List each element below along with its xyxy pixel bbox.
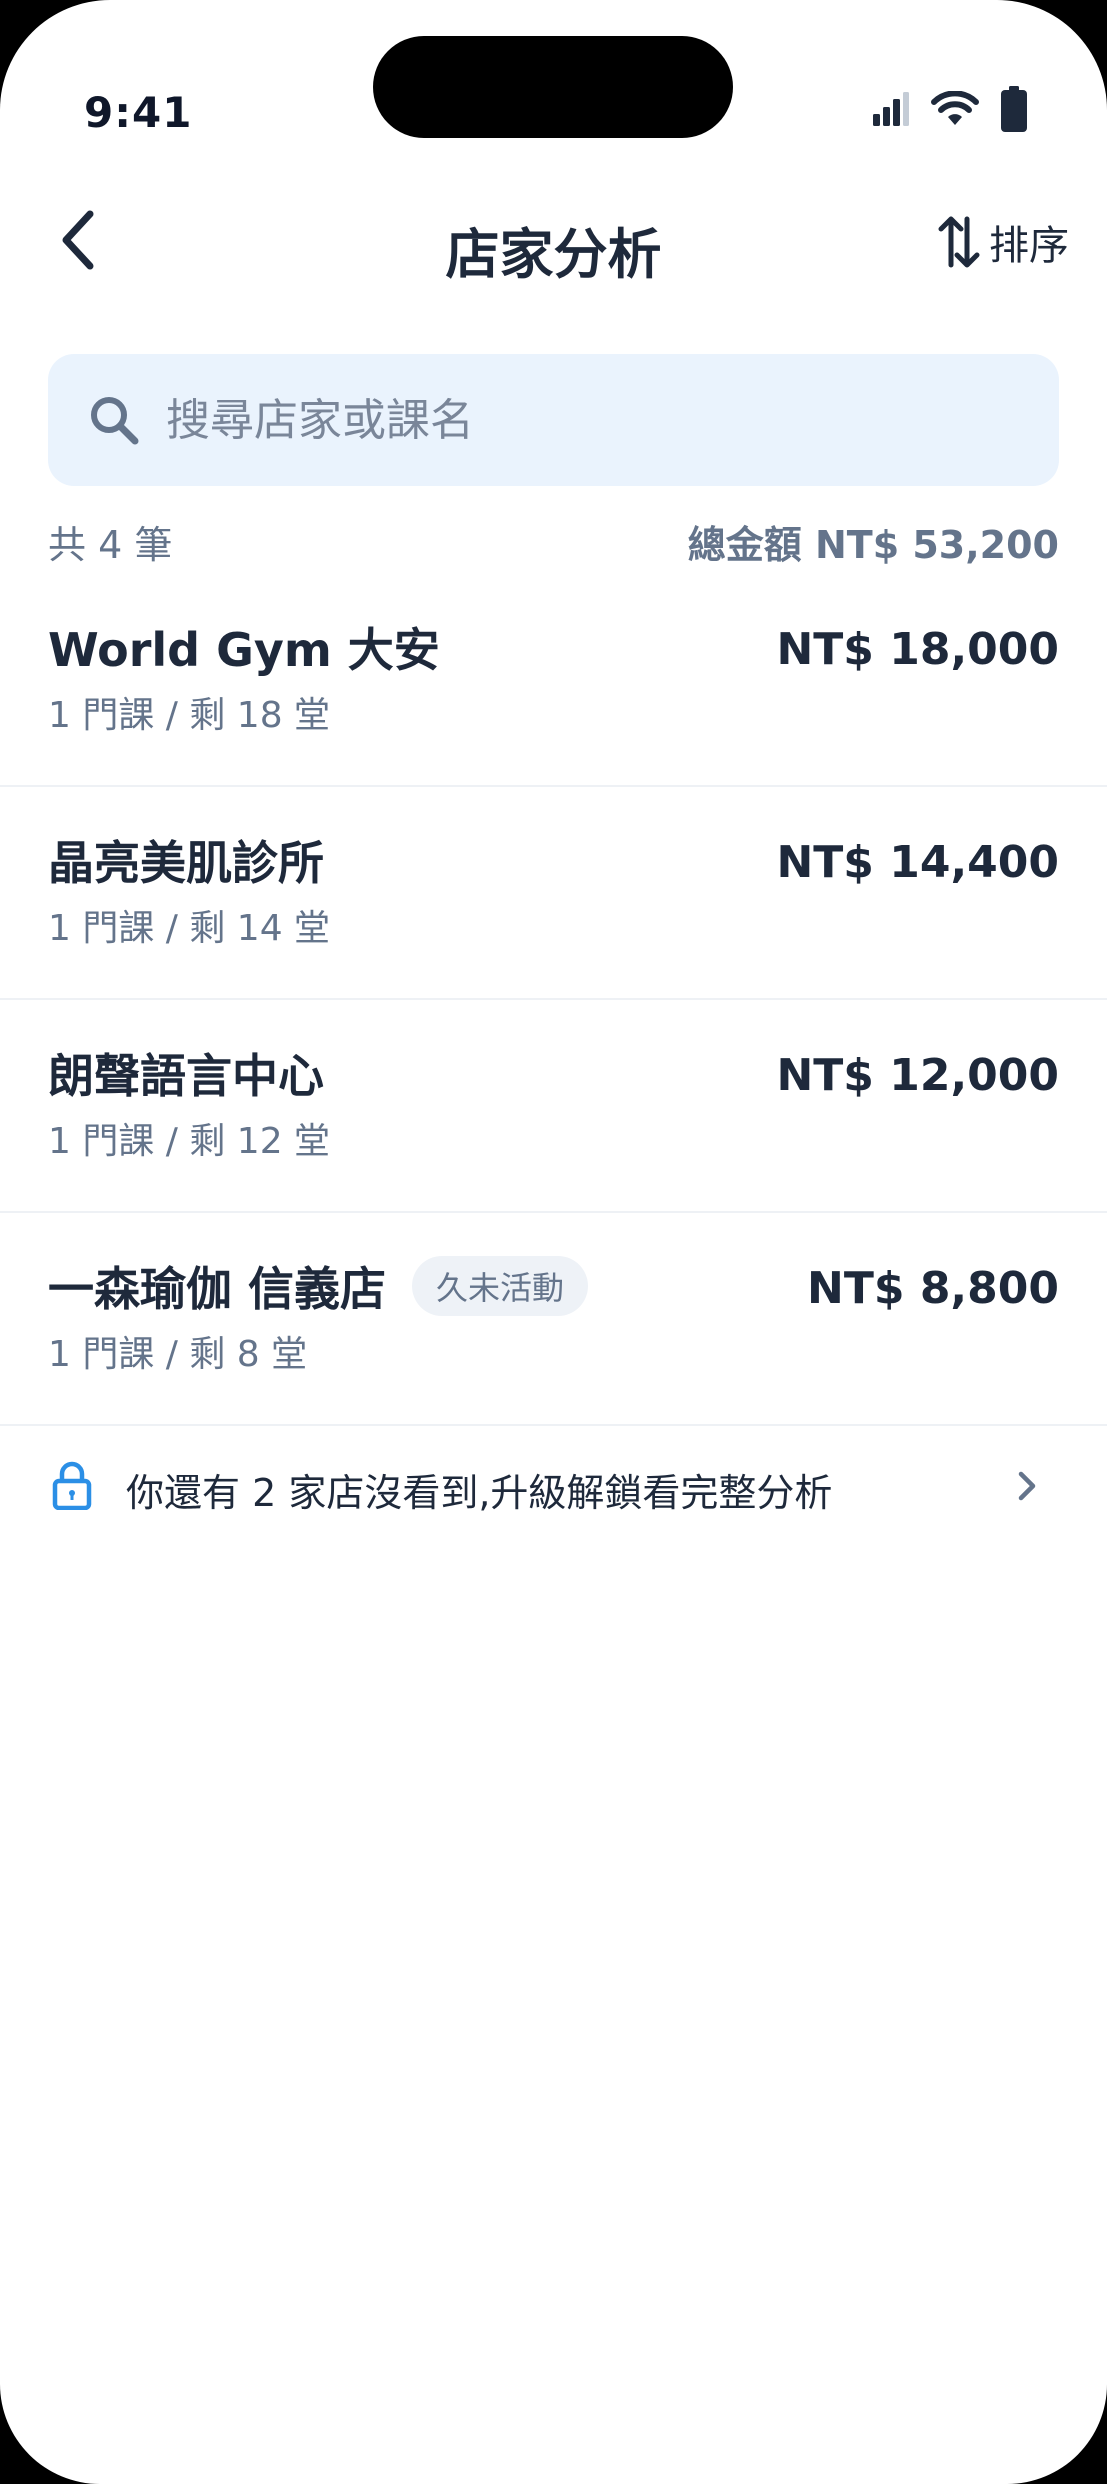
store-row[interactable]: 晶亮美肌診所 1 門課 / 剩 14 堂 NT$ 14,400	[0, 787, 1107, 1000]
store-meta: 1 門課 / 剩 12 堂	[48, 1121, 331, 1162]
lock-icon	[52, 1461, 92, 1510]
sort-arrows-icon	[938, 216, 980, 268]
store-amount: NT$ 12,000	[776, 1050, 1059, 1101]
store-meta: 1 門課 / 剩 14 堂	[48, 908, 331, 949]
total-amount: 總金額 NT$ 53,200	[687, 523, 1059, 567]
store-name: 一森瑜伽 信義店 久未活動	[48, 1253, 589, 1319]
upgrade-text: 你還有 2 家店沒看到,升級解鎖看完整分析	[126, 1471, 833, 1515]
sort-button[interactable]: 排序	[937, 212, 1069, 272]
store-name: World Gym 大安	[48, 623, 440, 677]
store-row[interactable]: 一森瑜伽 信義店 久未活動 1 門課 / 剩 8 堂 NT$ 8,800	[0, 1213, 1107, 1426]
navigation-bar: 店家分析 排序	[0, 190, 1107, 290]
store-amount: NT$ 18,000	[776, 624, 1059, 675]
search-input[interactable]	[166, 394, 1026, 446]
store-row[interactable]: World Gym 大安 1 門課 / 剩 18 堂 NT$ 18,000	[0, 574, 1107, 787]
chevron-right-icon	[1018, 1471, 1036, 1501]
search-bar[interactable]	[48, 354, 1059, 486]
status-icons	[873, 86, 1027, 132]
store-name: 朗聲語言中心	[48, 1049, 324, 1103]
status-time: 9:41	[84, 88, 193, 137]
store-amount: NT$ 14,400	[776, 837, 1059, 888]
phone-screen: 9:41 店家分析 排序 搜尋店家或課名 共 4 筆 總金額 NT$ 53,20…	[0, 0, 1107, 2484]
result-count: 共 4 筆	[48, 523, 173, 567]
sort-label: 排序	[989, 223, 1069, 269]
summary-bar: 共 4 筆 總金額 NT$ 53,200	[48, 510, 1059, 570]
dynamic-island	[373, 36, 733, 138]
search-icon	[91, 397, 139, 445]
store-name: 晶亮美肌診所	[48, 836, 324, 890]
store-row[interactable]: 朗聲語言中心 1 門課 / 剩 12 堂 NT$ 12,000	[0, 1000, 1107, 1213]
cellular-signal-icon	[873, 92, 909, 126]
store-amount: NT$ 8,800	[807, 1263, 1059, 1314]
upgrade-prompt[interactable]: 你還有 2 家店沒看到,升級解鎖看完整分析	[0, 1430, 1107, 1550]
battery-icon	[1001, 86, 1027, 132]
store-meta: 1 門課 / 剩 8 堂	[48, 1334, 308, 1375]
status-bar: 9:41	[0, 0, 1107, 150]
wifi-icon	[931, 91, 979, 125]
store-meta: 1 門課 / 剩 18 堂	[48, 695, 331, 736]
inactive-badge: 久未活動	[412, 1256, 589, 1316]
